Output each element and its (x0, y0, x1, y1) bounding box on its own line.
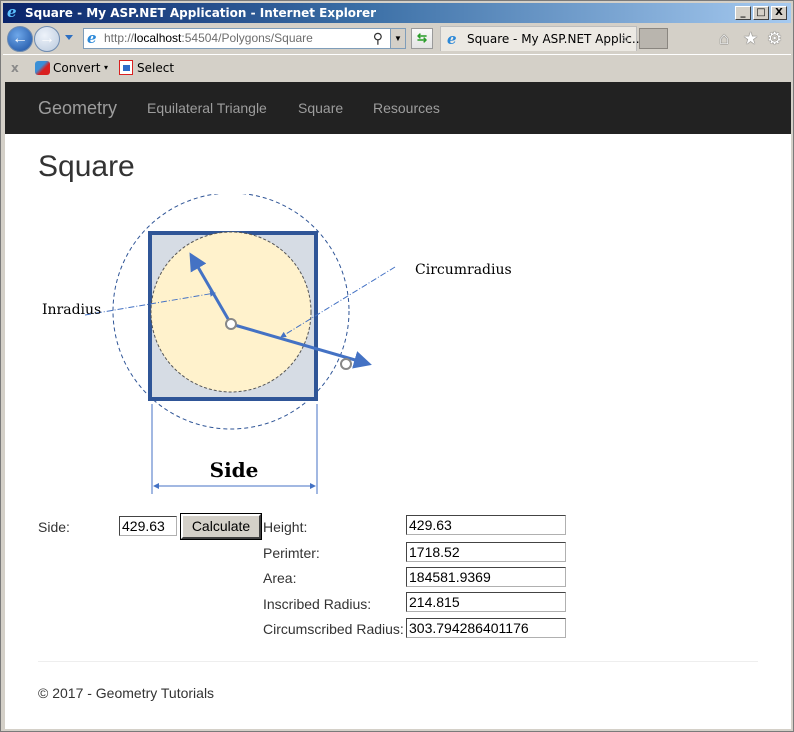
tab-ie-icon: e (447, 30, 457, 48)
history-dropdown-icon[interactable] (65, 35, 73, 40)
minimize-button[interactable]: _ (735, 6, 751, 20)
address-dropdown-icon[interactable]: ▼ (390, 29, 405, 48)
star-icon[interactable]: ★ (743, 29, 758, 49)
nav-link-square[interactable]: Square (298, 82, 343, 134)
calculate-button[interactable]: Calculate (180, 513, 262, 540)
pdf-convert-icon (35, 61, 50, 75)
new-tab-button[interactable] (639, 28, 668, 49)
nav-link-equilateral-triangle[interactable]: Equilateral Triangle (147, 82, 267, 134)
tab-title: Square - My ASP.NET Applic... (467, 32, 644, 46)
refresh-button[interactable]: ⇆ (411, 28, 433, 49)
square-diagram: Inradius Circumradius Side (42, 194, 512, 494)
area-label: Area: (263, 570, 297, 586)
site-navbar: Geometry Equilateral Triangle Square Res… (5, 82, 791, 134)
ie-page-icon: e (87, 29, 97, 47)
inscribed-radius-field[interactable] (406, 592, 566, 612)
address-rest: :54504/Polygons/Square (181, 31, 313, 45)
address-bar[interactable]: e http://localhost:54504/Polygons/Square… (83, 28, 406, 49)
footer-copyright: © 2017 - Geometry Tutorials (38, 685, 215, 701)
circumscribed-radius-label: Circumscribed Radius: (263, 621, 404, 637)
command-bar: x Convert ▾ Select (3, 56, 791, 80)
perimeter-field[interactable] (406, 542, 566, 562)
convert-button[interactable]: Convert (35, 56, 100, 80)
center-point (225, 318, 237, 330)
select-label: Select (137, 61, 175, 75)
refresh-icon: ⇆ (416, 31, 428, 45)
ie-logo-icon: e (7, 3, 17, 21)
gear-icon[interactable]: ⚙ (767, 29, 782, 49)
inradius-label: Inradius (42, 302, 101, 318)
circumscribed-radius-field[interactable] (406, 618, 566, 638)
search-icon[interactable]: ⚲ (373, 29, 383, 48)
footer-divider (38, 661, 758, 662)
toolbar-divider (3, 54, 791, 55)
maximize-button[interactable]: □ (753, 6, 769, 20)
tab-close-icon[interactable]: × (620, 27, 630, 51)
side-input[interactable] (119, 516, 177, 536)
forward-arrow-icon: → (39, 30, 55, 47)
window-title: Square - My ASP.NET Application - Intern… (25, 6, 377, 20)
address-host: localhost (134, 31, 182, 45)
address-prefix: http:// (104, 31, 135, 45)
page-title: Square (38, 150, 135, 183)
convert-label: Convert (53, 61, 101, 75)
area-field[interactable] (406, 567, 566, 587)
page-content: Geometry Equilateral Triangle Square Res… (5, 82, 791, 729)
inscribed-circle (150, 231, 312, 393)
side-label: Side (210, 458, 259, 482)
pdf-select-icon (119, 60, 133, 75)
height-label: Height: (263, 519, 308, 535)
close-command-icon[interactable]: x (11, 56, 19, 80)
select-button[interactable]: Select (119, 56, 174, 80)
perimeter-label: Perimter: (263, 545, 320, 561)
nav-link-resources[interactable]: Resources (373, 82, 440, 134)
tab-square[interactable]: e Square - My ASP.NET Applic... × (440, 26, 643, 51)
convert-dropdown-icon[interactable]: ▾ (104, 56, 108, 80)
height-field[interactable] (406, 515, 566, 535)
vertex-point (340, 358, 352, 370)
home-icon[interactable]: ⌂ (719, 29, 729, 49)
close-button[interactable]: X (771, 6, 787, 20)
side-label-text: Side: (38, 519, 70, 535)
back-button[interactable]: ← (7, 26, 33, 52)
back-arrow-icon: ← (12, 30, 28, 47)
browser-toolbar: ← → e http://localhost:54504/Polygons/Sq… (3, 23, 791, 55)
circumradius-label: Circumradius (415, 262, 512, 278)
browser-window: e Square - My ASP.NET Application - Inte… (0, 0, 794, 732)
forward-button[interactable]: → (34, 26, 60, 52)
inscribed-radius-label: Inscribed Radius: (263, 596, 372, 612)
navbar-brand[interactable]: Geometry (38, 82, 117, 134)
title-bar: e Square - My ASP.NET Application - Inte… (3, 3, 791, 23)
